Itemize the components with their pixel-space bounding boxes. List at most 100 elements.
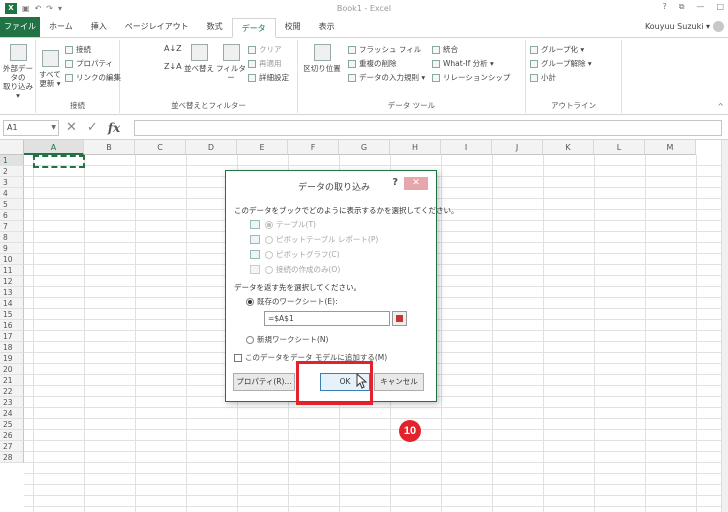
get-external-data-button[interactable]: 外部データの 取り込み ▾ bbox=[1, 44, 35, 100]
cell-reference-input[interactable]: =$A$1 bbox=[264, 311, 390, 326]
row-header[interactable]: 2 bbox=[0, 166, 24, 177]
tab-view[interactable]: 表示 bbox=[310, 17, 344, 37]
row-header[interactable]: 23 bbox=[0, 397, 24, 408]
properties-button[interactable]: プロパティ(R)... bbox=[233, 373, 295, 391]
row-header[interactable]: 13 bbox=[0, 287, 24, 298]
row-header[interactable]: 19 bbox=[0, 353, 24, 364]
relationships-button[interactable]: リレーションシップ bbox=[432, 72, 510, 83]
row-header[interactable]: 17 bbox=[0, 331, 24, 342]
close-icon[interactable]: ✕ bbox=[404, 177, 428, 190]
user-account[interactable]: Kouyuu Suzuki ▾ bbox=[645, 21, 724, 32]
column-header[interactable]: F bbox=[288, 140, 339, 155]
row-header[interactable]: 1 bbox=[0, 155, 24, 166]
option-existing-sheet[interactable]: 既存のワークシート(E): bbox=[246, 296, 338, 307]
collapse-ribbon-icon[interactable]: ^ bbox=[717, 102, 724, 111]
row-header[interactable]: 9 bbox=[0, 243, 24, 254]
option-pivot-table[interactable]: ピボットテーブル レポート(P) bbox=[250, 234, 378, 245]
option-pivot-chart[interactable]: ピボットグラフ(C) bbox=[250, 249, 340, 260]
save-icon[interactable]: ▣ bbox=[22, 4, 30, 13]
radio-existing-sheet[interactable] bbox=[246, 297, 254, 306]
vertical-scrollbar[interactable] bbox=[721, 140, 728, 512]
row-header[interactable]: 8 bbox=[0, 232, 24, 243]
column-header[interactable]: L bbox=[594, 140, 645, 155]
sort-ascending-button[interactable]: A↓Z bbox=[164, 44, 182, 53]
refresh-all-button[interactable]: すべて 更新 ▾ bbox=[39, 50, 61, 88]
row-header[interactable]: 15 bbox=[0, 309, 24, 320]
what-if-button[interactable]: What-If 分析 ▾ bbox=[432, 58, 494, 69]
select-all-corner[interactable] bbox=[0, 140, 24, 155]
row-header[interactable]: 5 bbox=[0, 199, 24, 210]
ribbon-display-icon[interactable]: ⧉ bbox=[679, 2, 685, 12]
row-header[interactable]: 24 bbox=[0, 408, 24, 419]
tab-formulas[interactable]: 数式 bbox=[198, 17, 232, 37]
row-header[interactable]: 25 bbox=[0, 419, 24, 430]
column-header[interactable]: J bbox=[492, 140, 543, 155]
option-new-sheet[interactable]: 新規ワークシート(N) bbox=[246, 334, 328, 345]
subtotal-button[interactable]: 小計 bbox=[530, 72, 556, 83]
undo-icon[interactable]: ↶ bbox=[35, 4, 42, 13]
collapse-dialog-icon[interactable] bbox=[392, 311, 407, 326]
column-header[interactable]: C bbox=[135, 140, 186, 155]
row-header[interactable]: 28 bbox=[0, 452, 24, 463]
row-header[interactable]: 22 bbox=[0, 386, 24, 397]
maximize-icon[interactable]: □ bbox=[716, 2, 724, 12]
tab-file[interactable]: ファイル bbox=[0, 17, 40, 37]
radio-table[interactable] bbox=[265, 220, 273, 229]
formula-input[interactable] bbox=[134, 120, 722, 136]
column-header[interactable]: E bbox=[237, 140, 288, 155]
sort-button[interactable]: 並べ替え bbox=[184, 44, 214, 73]
cancel-button[interactable]: キャンセル bbox=[374, 373, 424, 391]
advanced-filter-button[interactable]: 詳細設定 bbox=[248, 72, 289, 83]
radio-connection-only[interactable] bbox=[265, 265, 273, 274]
tab-page-layout[interactable]: ページレイアウト bbox=[116, 17, 198, 37]
row-header[interactable]: 7 bbox=[0, 221, 24, 232]
row-header[interactable]: 21 bbox=[0, 375, 24, 386]
row-header[interactable]: 20 bbox=[0, 364, 24, 375]
checkbox-icon[interactable] bbox=[234, 353, 242, 362]
data-validation-button[interactable]: データの入力規則 ▾ bbox=[348, 72, 425, 83]
column-header[interactable]: D bbox=[186, 140, 237, 155]
filter-button[interactable]: フィルター bbox=[216, 44, 246, 82]
row-header[interactable]: 27 bbox=[0, 441, 24, 452]
row-header[interactable]: 12 bbox=[0, 276, 24, 287]
radio-pivot-chart[interactable] bbox=[265, 250, 273, 259]
name-box[interactable]: A1 ▼ bbox=[3, 120, 59, 136]
flash-fill-button[interactable]: フラッシュ フィル bbox=[348, 44, 421, 55]
chevron-down-icon[interactable]: ▼ bbox=[51, 121, 56, 135]
row-header[interactable]: 10 bbox=[0, 254, 24, 265]
column-header[interactable]: H bbox=[390, 140, 441, 155]
row-header[interactable]: 16 bbox=[0, 320, 24, 331]
help-icon[interactable]: ? bbox=[392, 177, 398, 188]
option-connection-only[interactable]: 接続の作成のみ(O) bbox=[250, 264, 340, 275]
sort-descending-button[interactable]: Z↓A bbox=[164, 62, 182, 71]
row-header[interactable]: 26 bbox=[0, 430, 24, 441]
customize-qa-icon[interactable]: ▾ bbox=[58, 4, 62, 13]
row-header[interactable]: 18 bbox=[0, 342, 24, 353]
column-header[interactable]: G bbox=[339, 140, 390, 155]
column-header[interactable]: B bbox=[84, 140, 135, 155]
row-header[interactable]: 3 bbox=[0, 177, 24, 188]
column-header[interactable]: I bbox=[441, 140, 492, 155]
connections-button[interactable]: 接続 bbox=[65, 44, 91, 55]
tab-home[interactable]: ホーム bbox=[40, 17, 82, 37]
text-to-columns-button[interactable]: 区切り位置 bbox=[302, 44, 342, 73]
option-table[interactable]: テーブル(T) bbox=[250, 219, 316, 230]
column-header[interactable]: A bbox=[24, 140, 84, 155]
remove-duplicates-button[interactable]: 重複の削除 bbox=[348, 58, 397, 69]
tab-data[interactable]: データ bbox=[231, 18, 276, 38]
row-header[interactable]: 4 bbox=[0, 188, 24, 199]
row-header[interactable]: 14 bbox=[0, 298, 24, 309]
column-header[interactable]: M bbox=[645, 140, 696, 155]
tab-review[interactable]: 校閲 bbox=[276, 17, 310, 37]
minimize-icon[interactable]: — bbox=[696, 2, 704, 12]
clear-filter-button[interactable]: クリア bbox=[248, 44, 282, 55]
insert-function-icon[interactable]: fx bbox=[108, 120, 120, 136]
help-icon[interactable]: ? bbox=[662, 2, 666, 12]
consolidate-button[interactable]: 統合 bbox=[432, 44, 458, 55]
properties-ribbon-button[interactable]: プロパティ bbox=[65, 58, 113, 69]
reapply-button[interactable]: 再適用 bbox=[248, 58, 282, 69]
radio-new-sheet[interactable] bbox=[246, 335, 254, 344]
group-button[interactable]: グループ化 ▾ bbox=[530, 44, 584, 55]
radio-pivot-table[interactable] bbox=[265, 235, 273, 244]
row-header[interactable]: 6 bbox=[0, 210, 24, 221]
